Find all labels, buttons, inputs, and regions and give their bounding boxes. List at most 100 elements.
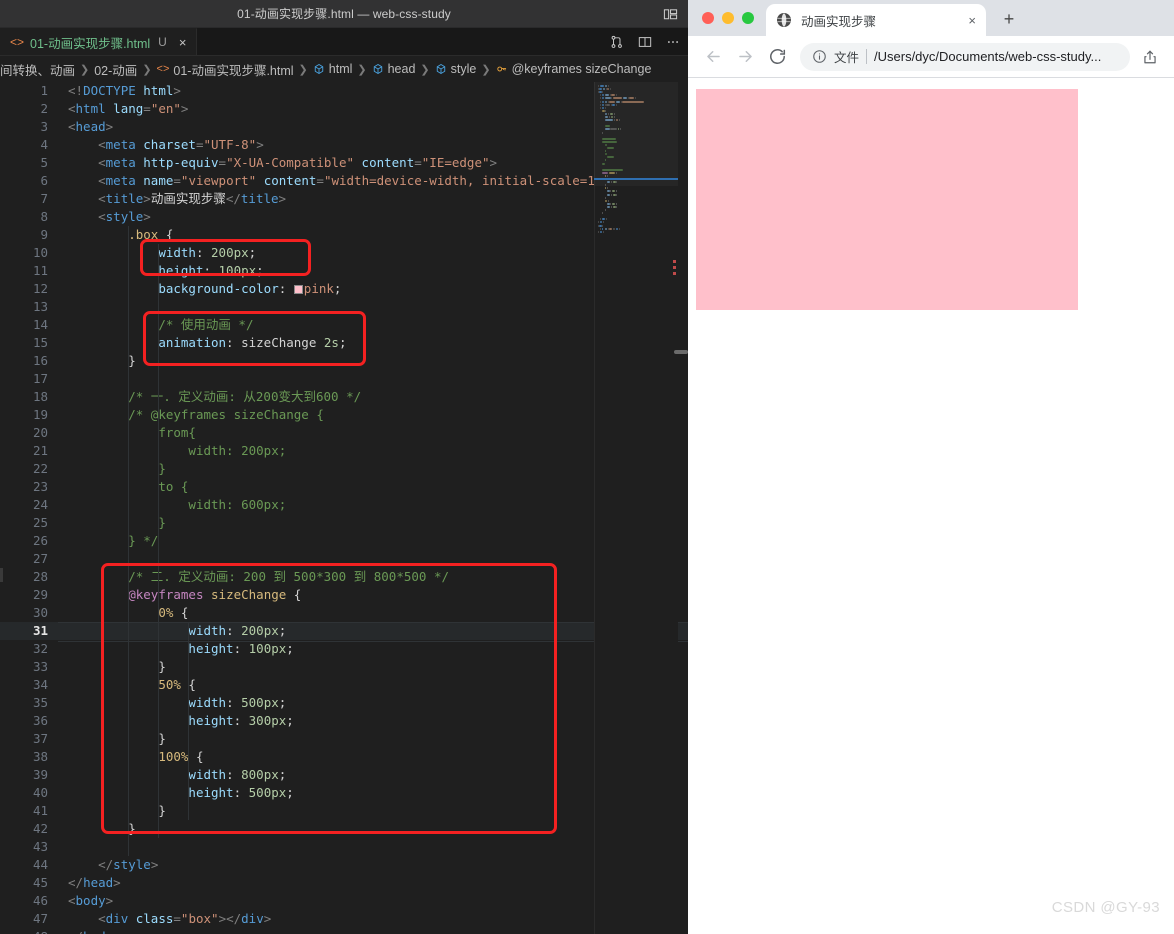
code-line-32[interactable]: 32 height: 100px; (0, 640, 688, 658)
code-line-30[interactable]: 30 0% { (0, 604, 688, 622)
code-line-9[interactable]: 9 .box { (0, 226, 688, 244)
code-line-44[interactable]: 44 </style> (0, 856, 688, 874)
breadcrumb-item-head[interactable]: head (372, 62, 415, 76)
editor-vertical-scrollbar[interactable] (674, 82, 688, 934)
code-line-36[interactable]: 36 height: 300px; (0, 712, 688, 730)
line-number: 2 (40, 101, 48, 116)
breadcrumb-label-3: html (328, 62, 353, 76)
line-number: 25 (32, 515, 48, 530)
breadcrumb-item-file[interactable]: <> 01-动画实现步骤.html (157, 60, 294, 79)
code-text: height: 100px; (188, 641, 294, 656)
maximize-window-button[interactable] (742, 12, 754, 24)
breadcrumb-item-folder-1[interactable]: 间转换、动画 (0, 60, 75, 79)
code-line-15[interactable]: 15 animation: sizeChange 2s; (0, 334, 688, 352)
code-line-11[interactable]: 11 height: 100px; (0, 262, 688, 280)
breadcrumb-item-style[interactable]: style (435, 62, 476, 76)
line-number: 8 (40, 209, 48, 224)
breadcrumb-separator-icon: ❯ (420, 63, 430, 76)
code-line-16[interactable]: 16 } (0, 352, 688, 370)
code-line-40[interactable]: 40 height: 500px; (0, 784, 688, 802)
code-line-33[interactable]: 33 } (0, 658, 688, 676)
code-text: </head> (68, 875, 121, 890)
line-number: 5 (40, 155, 48, 170)
code-text: width: 800px; (188, 767, 287, 782)
browser-tab-close-icon[interactable]: × (968, 14, 976, 27)
code-line-43[interactable]: 43 (0, 838, 688, 856)
minimap-line (599, 85, 604, 87)
screenshot-root: 01-动画实现步骤.html — web-css-study <> 01-动画实… (0, 0, 1174, 934)
line-number: 23 (32, 479, 48, 494)
forward-button[interactable] (730, 42, 760, 72)
code-line-19[interactable]: 19 /* @keyframes sizeChange { (0, 406, 688, 424)
editor-scroll-thumb[interactable] (674, 350, 688, 354)
code-line-18[interactable]: 18 /* 一. 定义动画: 从200变大到600 */ (0, 388, 688, 406)
source-control-icon[interactable] (610, 35, 624, 49)
code-line-39[interactable]: 39 width: 800px; (0, 766, 688, 784)
line-number: 33 (32, 659, 48, 674)
breadcrumb-item-html[interactable]: html (313, 62, 353, 76)
code-line-29[interactable]: 29 @keyframes sizeChange { (0, 586, 688, 604)
code-line-46[interactable]: 46 <body> (0, 892, 688, 910)
share-icon[interactable] (1136, 43, 1164, 71)
breadcrumb-item-keyframes[interactable]: @keyframes sizeChange (496, 62, 651, 76)
code-line-42[interactable]: 42 } (0, 820, 688, 838)
address-bar[interactable]: 文件 /Users/dyc/Documents/web-css-study... (800, 42, 1130, 71)
code-line-35[interactable]: 35 width: 500px; (0, 694, 688, 712)
tab-close-icon[interactable]: × (179, 36, 187, 49)
code-line-38[interactable]: 38 100% { (0, 748, 688, 766)
line-number: 17 (32, 371, 48, 386)
code-line-8[interactable]: 8 <style> (0, 208, 688, 226)
minimap-line (622, 100, 644, 103)
code-line-21[interactable]: 21 width: 200px; (0, 442, 688, 460)
close-window-button[interactable] (702, 12, 714, 24)
code-line-20[interactable]: 20 from{ (0, 424, 688, 442)
code-line-47[interactable]: 47 <div class="box"></div> (0, 910, 688, 928)
code-editor[interactable]: 1 <!DOCTYPE html> 2 <html lang="en"> 3 <head>… (0, 82, 688, 934)
code-line-6[interactable]: 6 <meta name="viewport" content="width=d… (0, 172, 688, 190)
code-line-17[interactable]: 17 (0, 370, 688, 388)
code-line-4[interactable]: 4 <meta charset="UTF-8"> (0, 136, 688, 154)
info-circle-icon[interactable] (812, 49, 827, 64)
minimap-line (604, 227, 608, 230)
code-line-24[interactable]: 24 width: 600px; (0, 496, 688, 514)
split-editor-icon[interactable] (638, 35, 652, 49)
code-line-25[interactable]: 25 } (0, 514, 688, 532)
code-line-10[interactable]: 10 width: 200px; (0, 244, 688, 262)
code-line-28[interactable]: 28 /* 二. 定义动画: 200 到 500*300 到 800*500 *… (0, 568, 688, 586)
code-line-22[interactable]: 22 } (0, 460, 688, 478)
code-line-34[interactable]: 34 50% { (0, 676, 688, 694)
back-button[interactable] (698, 42, 728, 72)
new-tab-button[interactable]: + (996, 6, 1022, 32)
editor-layout-icon[interactable] (663, 7, 678, 22)
line-number: 41 (32, 803, 48, 818)
code-line-1[interactable]: 1 <!DOCTYPE html> (0, 82, 688, 100)
reload-button[interactable] (762, 42, 792, 72)
breadcrumb-item-folder-2[interactable]: 02-动画 (94, 60, 137, 79)
breadcrumb-separator-icon: ❯ (298, 63, 308, 76)
code-lines-container[interactable]: 1 <!DOCTYPE html> 2 <html lang="en"> 3 <head>… (0, 82, 688, 934)
code-line-37[interactable]: 37 } (0, 730, 688, 748)
code-text: <title>动画实现步骤</title> (98, 191, 287, 206)
minimize-window-button[interactable] (722, 12, 734, 24)
code-line-13[interactable]: 13 (0, 298, 688, 316)
code-line-14[interactable]: 14 /* 使用动画 */ (0, 316, 688, 334)
code-line-26[interactable]: 26 } */ (0, 532, 688, 550)
code-line-3[interactable]: 3 <head> (0, 118, 688, 136)
code-line-23[interactable]: 23 to { (0, 478, 688, 496)
code-line-41[interactable]: 41 } (0, 802, 688, 820)
code-line-5[interactable]: 5 <meta http-equiv="X-UA-Compatible" con… (0, 154, 688, 172)
indent-guide (158, 244, 160, 838)
editor-tab-animation-html[interactable]: <> 01-动画实现步骤.html U × (0, 28, 198, 55)
editor-minimap[interactable] (594, 82, 678, 934)
code-line-27[interactable]: 27 (0, 550, 688, 568)
browser-tab[interactable]: 动画实现步骤 × (766, 4, 986, 36)
code-line-12[interactable]: 12 background-color: pink; (0, 280, 688, 298)
minimap-line (608, 116, 610, 118)
code-line-48[interactable]: 48</body> (0, 928, 688, 934)
code-line-31[interactable]: 31 width: 200px; (0, 622, 688, 642)
code-line-7[interactable]: 7 <title>动画实现步骤</title> (0, 190, 688, 208)
code-line-45[interactable]: 45 </head> (0, 874, 688, 892)
line-number: 42 (32, 821, 48, 836)
code-line-2[interactable]: 2 <html lang="en"> (0, 100, 688, 118)
more-actions-icon[interactable] (666, 35, 680, 49)
